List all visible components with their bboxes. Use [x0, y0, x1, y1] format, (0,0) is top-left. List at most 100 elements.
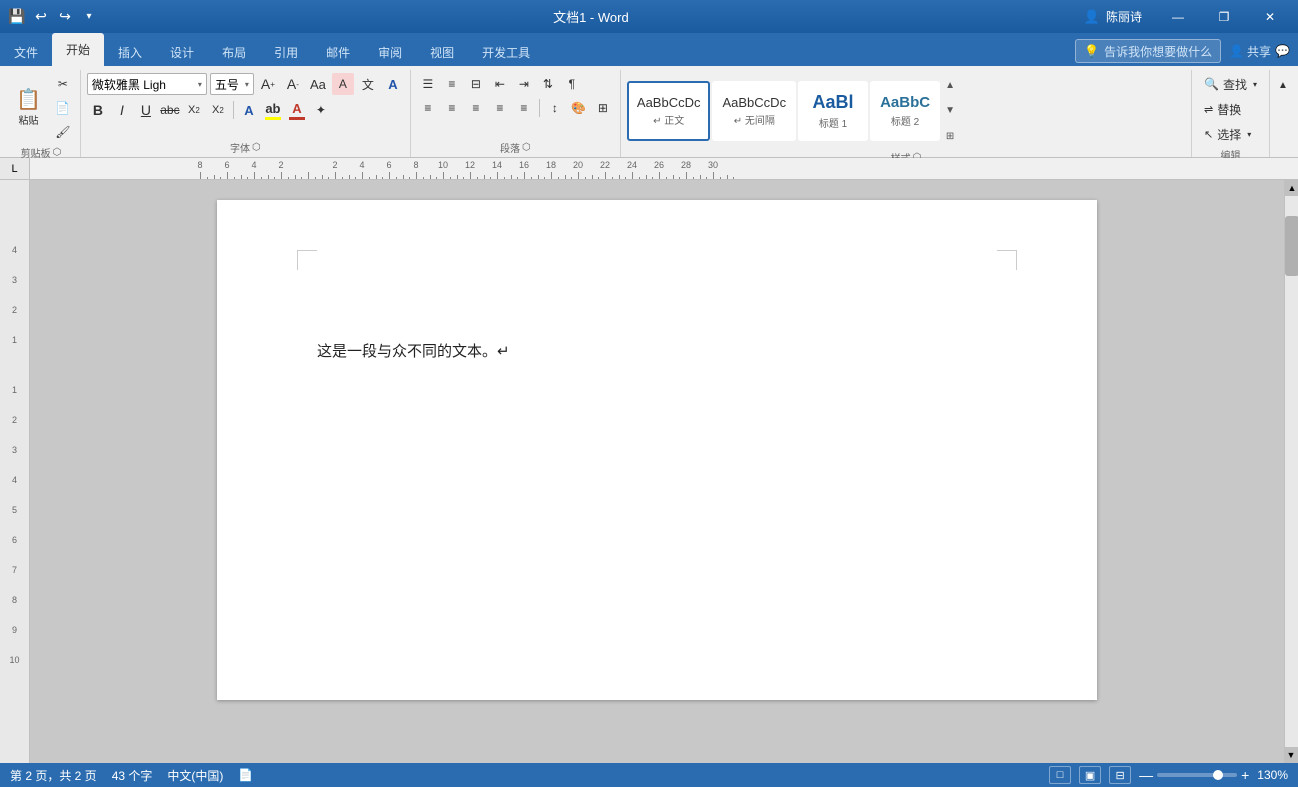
- ruler-corner-marker[interactable]: L: [11, 163, 17, 175]
- font-size-increase-button[interactable]: A+: [257, 73, 279, 95]
- increase-indent-button[interactable]: ⇥: [513, 73, 535, 95]
- decrease-indent-button[interactable]: ⇤: [489, 73, 511, 95]
- tab-layout[interactable]: 布局: [208, 38, 260, 66]
- tab-references[interactable]: 引用: [260, 38, 312, 66]
- font-expand-icon[interactable]: ⬡: [252, 142, 261, 153]
- ruler-mark-1: 1: [12, 385, 17, 395]
- save-icon[interactable]: 💾: [8, 8, 26, 26]
- ruler-mark-8: 8: [12, 595, 17, 605]
- comments-button[interactable]: 💬: [1275, 39, 1290, 63]
- text-highlight-button[interactable]: ab: [262, 99, 284, 121]
- share-button[interactable]: 👤 共享: [1229, 39, 1271, 63]
- char-spacing-button[interactable]: 文: [357, 73, 379, 95]
- zoom-in-icon[interactable]: +: [1241, 767, 1249, 783]
- paste-button[interactable]: 📋 粘贴: [8, 78, 49, 138]
- tab-developer[interactable]: 开发工具: [468, 38, 544, 66]
- format-painter-button[interactable]: 🖌: [52, 121, 74, 143]
- read-mode-button[interactable]: □: [1049, 766, 1071, 784]
- ribbon-collapse-button[interactable]: ▲: [1272, 74, 1294, 96]
- web-layout-button[interactable]: ⊟: [1109, 766, 1131, 784]
- style-normal-label: ↵ 正文: [653, 112, 684, 127]
- bold-button[interactable]: B: [87, 99, 109, 121]
- tab-home[interactable]: 开始: [52, 33, 104, 66]
- line-spacing-button[interactable]: ↕: [544, 97, 566, 119]
- styles-scroll-down[interactable]: ▼: [942, 103, 958, 119]
- close-button[interactable]: ✕: [1250, 0, 1290, 33]
- select-button[interactable]: ↖ 选择 ▾: [1198, 123, 1257, 145]
- tab-mailings[interactable]: 邮件: [312, 38, 364, 66]
- align-center-button[interactable]: ≡: [441, 97, 463, 119]
- font-size-selector[interactable]: 五号 ▾: [210, 73, 254, 95]
- minimize-button[interactable]: —: [1158, 0, 1198, 33]
- clear-format-button[interactable]: ✦: [310, 99, 332, 121]
- title-bar-right: 👤 陈丽诗 — ❐ ✕: [1084, 0, 1290, 33]
- bullet-list-button[interactable]: ☰: [417, 73, 439, 95]
- paragraph-expand-icon[interactable]: ⬡: [522, 142, 531, 153]
- zoom-slider[interactable]: [1157, 773, 1237, 777]
- tab-file[interactable]: 文件: [0, 38, 52, 66]
- font-size-dropdown-icon: ▾: [245, 80, 249, 89]
- replace-button[interactable]: ⇌ 替换: [1198, 98, 1247, 120]
- change-case-button[interactable]: Aa: [307, 73, 329, 95]
- document-content[interactable]: 这是一段与众不同的文本。↵: [317, 340, 997, 361]
- user-name[interactable]: 陈丽诗: [1106, 8, 1142, 25]
- borders-button[interactable]: ⊞: [592, 97, 614, 119]
- distribute-button[interactable]: ≡: [513, 97, 535, 119]
- font-color-button[interactable]: A: [382, 73, 404, 95]
- ribbon-toolbar: 📋 粘贴 ✂ 📄 🖌 剪贴板 ⬡ 微软雅黑 Ligh ▾ 五号: [0, 66, 1298, 158]
- tab-insert[interactable]: 插入: [104, 38, 156, 66]
- status-bar-right: □ ▣ ⊟ — + 130%: [1049, 766, 1288, 784]
- italic-button[interactable]: I: [111, 99, 133, 121]
- font-family-selector[interactable]: 微软雅黑 Ligh ▾: [87, 73, 207, 95]
- quick-access-more-icon[interactable]: ▾: [80, 8, 98, 26]
- restore-button[interactable]: ❐: [1204, 0, 1244, 33]
- superscript-button[interactable]: X2: [207, 99, 229, 121]
- align-left-button[interactable]: ≡: [417, 97, 439, 119]
- page-info[interactable]: 第 2 页，共 2 页: [10, 767, 97, 784]
- cut-button[interactable]: ✂: [52, 73, 74, 95]
- text-effect-button[interactable]: A: [238, 99, 260, 121]
- style-heading2[interactable]: AaBbC 标题 2: [870, 81, 940, 141]
- style-no-spacing-preview: AaBbCcDc: [722, 95, 786, 110]
- sort-button[interactable]: ⇅: [537, 73, 559, 95]
- zoom-level[interactable]: 130%: [1257, 768, 1288, 782]
- scrollbar-up-arrow[interactable]: ▲: [1285, 180, 1298, 196]
- find-button[interactable]: 🔍 查找 ▾: [1198, 73, 1263, 95]
- scrollbar-down-arrow[interactable]: ▼: [1284, 747, 1298, 763]
- zoom-thumb: [1213, 770, 1223, 780]
- styles-expand-icon[interactable]: ⊞: [942, 128, 958, 144]
- font-color-button2[interactable]: A: [286, 99, 308, 121]
- window-title: 文档1 - Word: [98, 7, 1084, 26]
- underline-button[interactable]: U: [135, 99, 157, 121]
- style-normal[interactable]: AaBbCcDc ↵ 正文: [627, 81, 711, 141]
- corner-top-right: [997, 250, 1017, 270]
- print-layout-button[interactable]: ▣: [1079, 766, 1101, 784]
- style-heading1[interactable]: AaBl 标题 1: [798, 81, 868, 141]
- highlight-button[interactable]: A: [332, 73, 354, 95]
- tab-review[interactable]: 审阅: [364, 38, 416, 66]
- redo-icon[interactable]: ↪: [56, 8, 74, 26]
- numbered-list-button[interactable]: ≡: [441, 73, 463, 95]
- justify-button[interactable]: ≡: [489, 97, 511, 119]
- style-no-spacing[interactable]: AaBbCcDc ↵ 无间隔: [712, 81, 796, 141]
- tab-view[interactable]: 视图: [416, 38, 468, 66]
- align-right-button[interactable]: ≡: [465, 97, 487, 119]
- font-row2: B I U abc X2 X2 A ab A: [87, 99, 332, 121]
- tell-me-search[interactable]: 💡 告诉我你想要做什么: [1075, 39, 1221, 63]
- scrollbar-thumb[interactable]: [1285, 216, 1298, 276]
- word-count[interactable]: 43 个字: [112, 767, 153, 784]
- subscript-button[interactable]: X2: [183, 99, 205, 121]
- strikethrough-button[interactable]: abc: [159, 99, 181, 121]
- multilevel-list-button[interactable]: ⊟: [465, 73, 487, 95]
- font-size-decrease-button[interactable]: A-: [282, 73, 304, 95]
- show-marks-button[interactable]: ¶: [561, 73, 583, 95]
- styles-scroll-up[interactable]: ▲: [942, 77, 958, 93]
- vertical-scrollbar[interactable]: ▲ ▼: [1284, 180, 1298, 763]
- tab-design[interactable]: 设计: [156, 38, 208, 66]
- shading-button[interactable]: 🎨: [568, 97, 590, 119]
- copy-button[interactable]: 📄: [52, 97, 74, 119]
- undo-icon[interactable]: ↩: [32, 8, 50, 26]
- clipboard-expand-icon[interactable]: ⬡: [53, 147, 62, 158]
- language[interactable]: 中文(中国): [167, 767, 223, 784]
- zoom-out-icon[interactable]: —: [1139, 767, 1153, 783]
